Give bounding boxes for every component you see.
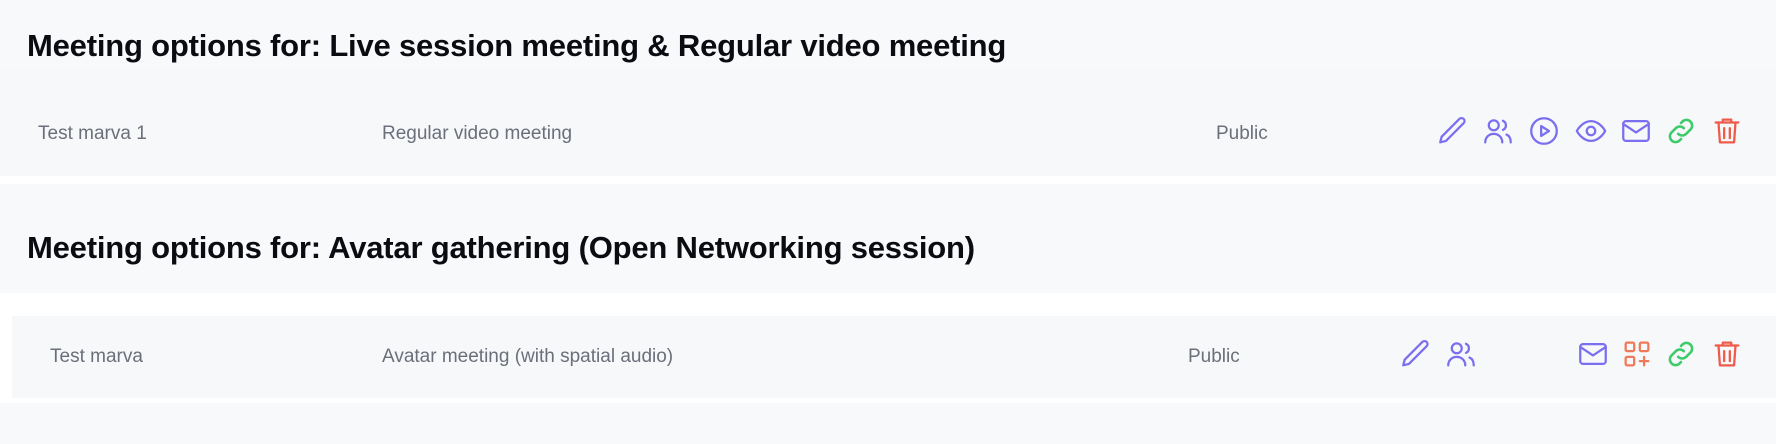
email-icon[interactable] xyxy=(1576,337,1610,371)
copy-link-icon[interactable] xyxy=(1664,114,1698,148)
delete-icon[interactable] xyxy=(1710,337,1744,371)
table-row: Test marva Avatar meeting (with spatial … xyxy=(12,316,1776,398)
qr-code-icon[interactable] xyxy=(1620,337,1654,371)
section-divider xyxy=(0,176,1776,184)
copy-link-icon[interactable] xyxy=(1664,337,1698,371)
delete-icon[interactable] xyxy=(1710,114,1744,148)
meeting-name: Test marva xyxy=(50,346,143,367)
participants-icon[interactable] xyxy=(1481,114,1515,148)
meeting-type: Avatar meeting (with spatial audio) xyxy=(382,346,674,367)
meeting-visibility: Public xyxy=(1188,346,1240,367)
preview-icon[interactable] xyxy=(1574,114,1608,148)
participants-icon[interactable] xyxy=(1444,337,1478,371)
edit-icon[interactable] xyxy=(1399,337,1433,371)
meeting-name: Test marva 1 xyxy=(38,123,147,144)
email-icon[interactable] xyxy=(1619,114,1653,148)
meeting-type: Regular video meeting xyxy=(382,123,573,144)
edit-icon[interactable] xyxy=(1436,114,1470,148)
table-row: Test marva 1 Regular video meeting Publi… xyxy=(0,86,1776,182)
play-icon[interactable] xyxy=(1527,114,1561,148)
section-title-live-regular: Meeting options for: Live session meetin… xyxy=(27,28,1007,63)
section-title-avatar-gathering: Meeting options for: Avatar gathering (O… xyxy=(27,230,975,265)
meeting-visibility: Public xyxy=(1216,123,1268,144)
